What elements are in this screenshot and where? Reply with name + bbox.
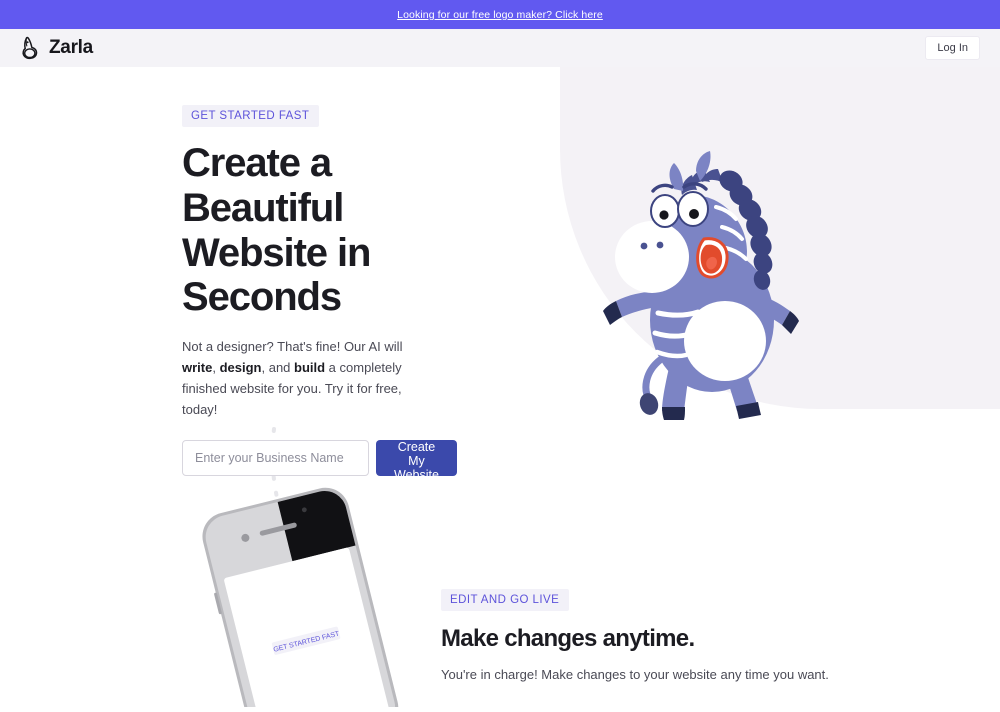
- hero-badge: GET STARTED FAST: [182, 105, 320, 127]
- smartphone-mockup: GET STARTED FAST: [172, 477, 422, 712]
- section-two-paragraph: You're in charge! Make changes to your w…: [441, 667, 829, 682]
- hero-content: GET STARTED FAST Create a Beautiful Webs…: [0, 67, 457, 482]
- section-two-title: Make changes anytime.: [441, 625, 695, 652]
- hero-paragraph-bold-write: write: [182, 360, 213, 376]
- login-button[interactable]: Log In: [925, 36, 980, 60]
- brand-logo[interactable]: Zarla: [20, 36, 93, 60]
- site-header: Zarla Log In: [0, 29, 1000, 67]
- business-name-input[interactable]: [182, 440, 369, 477]
- logo-maker-link[interactable]: Looking for our free logo maker? Click h…: [397, 9, 603, 21]
- create-my-website-button[interactable]: Create My Website: [376, 440, 457, 482]
- brand-name: Zarla: [49, 37, 93, 58]
- edit-and-go-live-section: GET STARTED FAST EDIT AND GO LIVE Make c…: [0, 487, 1000, 712]
- hero-paragraph-part-3: , and: [261, 360, 295, 376]
- hero-section: GET STARTED FAST Create a Beautiful Webs…: [0, 59, 1000, 566]
- section-two-badge: EDIT AND GO LIVE: [441, 589, 570, 611]
- hero-title-line-2: Website in Seconds: [182, 230, 371, 320]
- hero-title-line-1: Create a Beautiful: [182, 141, 344, 230]
- promo-banner: Looking for our free logo maker? Click h…: [0, 0, 1000, 29]
- page-title: Create a Beautiful Website in Seconds: [182, 141, 420, 320]
- zebra-mascot-illustration: [600, 145, 815, 435]
- hero-paragraph-bold-build: build: [294, 360, 326, 376]
- section-two-content: EDIT AND GO LIVE Make changes anytime. Y…: [441, 589, 861, 685]
- hero-paragraph-bold-design: design: [219, 360, 262, 376]
- hero-paragraph: Not a designer? That's fine! Our AI will…: [182, 336, 420, 420]
- zebra-head-icon: [20, 36, 42, 60]
- hero-paragraph-part-1: Not a designer? That's fine! Our AI will: [182, 339, 403, 355]
- hero-paragraph-part-2: ,: [212, 360, 220, 376]
- signup-form: Create My Website: [182, 440, 457, 482]
